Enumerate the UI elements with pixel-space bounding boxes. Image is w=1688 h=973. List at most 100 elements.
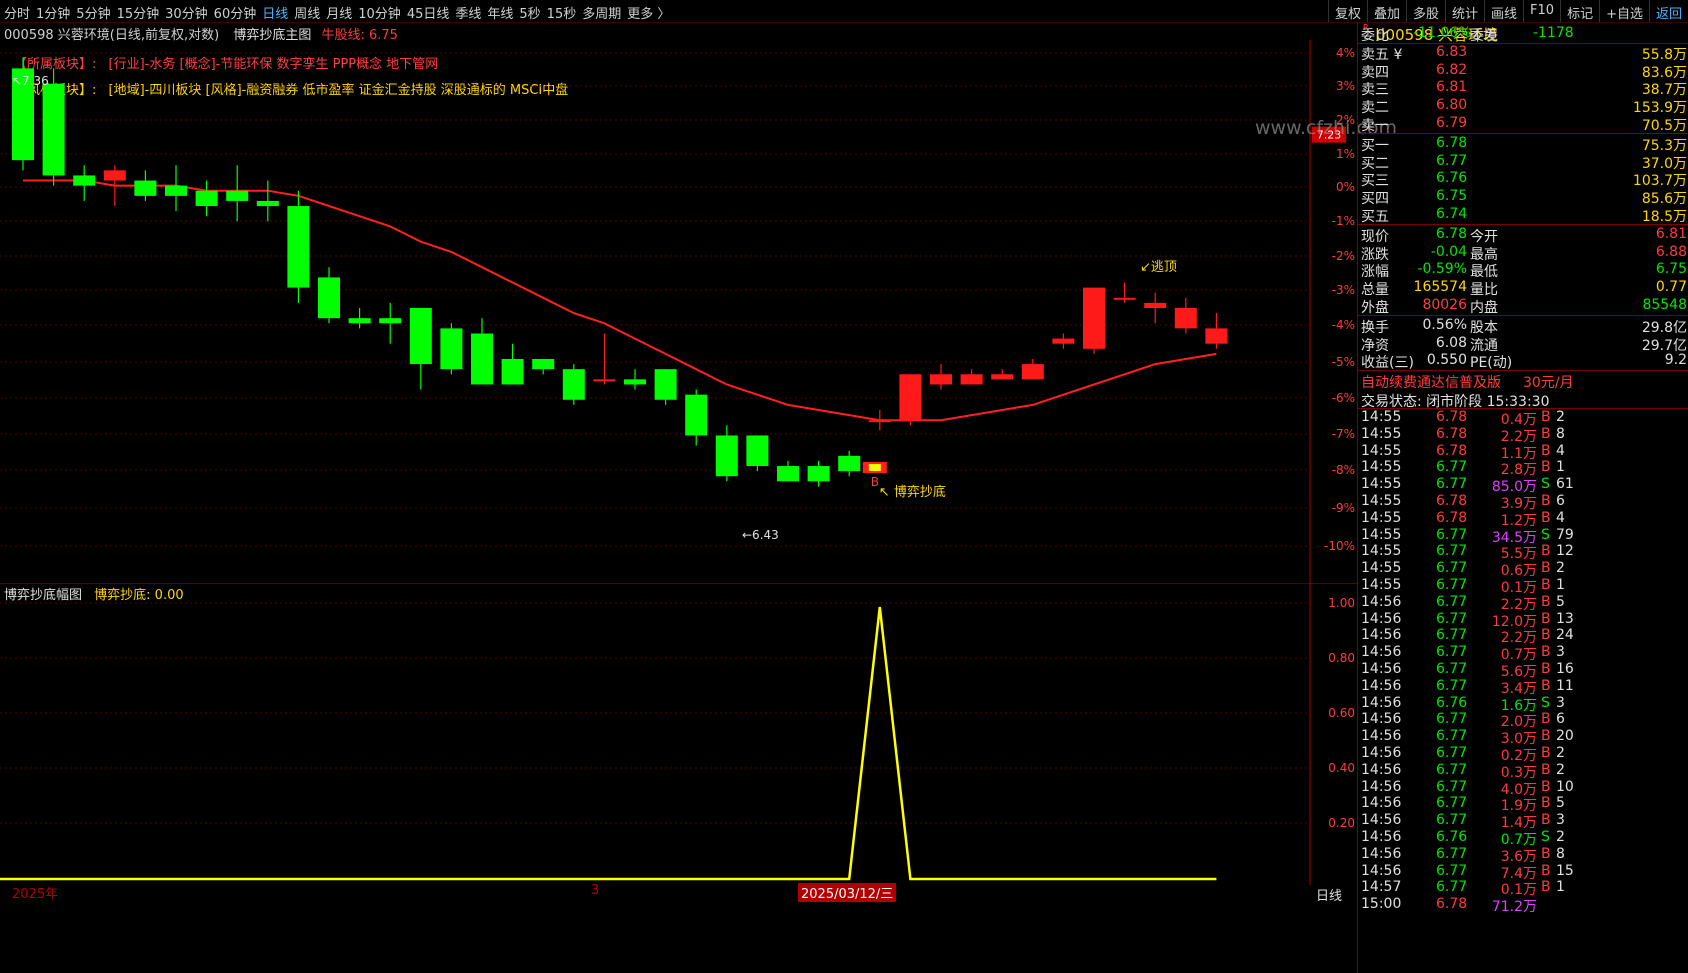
buy-level-row[interactable]: 买四 6.75 85.6万 [1358, 188, 1688, 207]
candle[interactable] [807, 460, 830, 487]
period-tab[interactable]: 45日线 [407, 7, 450, 22]
period-tab[interactable]: 多周期 [582, 7, 621, 22]
stat-row: 外盘 80026 内盘 85548 [1358, 297, 1688, 316]
toolbar-button[interactable]: F10 [1523, 0, 1560, 22]
candle[interactable] [930, 364, 952, 390]
candle[interactable] [654, 369, 677, 405]
ad-text[interactable]: 自动续费通达信普及版 [1361, 372, 1501, 392]
tab-daily[interactable]: 日线 [1316, 885, 1342, 904]
candle[interactable] [868, 409, 891, 431]
tick-price: 6.77 [1436, 577, 1468, 593]
tick-price: 6.77 [1436, 627, 1468, 644]
candle[interactable] [134, 170, 157, 201]
period-tab[interactable]: 年线 [487, 7, 513, 22]
level-price: 6.83 [1436, 44, 1468, 60]
period-tab[interactable]: 分时 [4, 7, 30, 22]
candle-body [1174, 308, 1197, 329]
toolbar-button[interactable]: +自选 [1599, 0, 1649, 22]
period-tab[interactable]: 10分钟 [358, 7, 401, 22]
candlestick-chart[interactable]: 4%3%2%1%0%-1%-2%-3%-4%-5%-6%-7%-8%-9%-10… [0, 40, 1357, 585]
sell-level-row[interactable]: 卖四 6.82 83.6万 [1358, 62, 1688, 81]
candle[interactable] [379, 302, 402, 344]
candle[interactable] [746, 435, 769, 472]
tick-price: 6.78 [1436, 896, 1468, 913]
period-tab[interactable]: 月线 [326, 7, 352, 22]
tick-side: B [1541, 644, 1551, 661]
candle[interactable] [226, 165, 249, 222]
candle[interactable] [991, 369, 1014, 380]
candle[interactable] [899, 374, 922, 426]
ad-row[interactable]: 自动续费通达信普及版 30元/月 [1358, 372, 1688, 392]
sell-level-row[interactable]: 卖一 6.79 70.5万 [1358, 115, 1688, 134]
candle[interactable] [532, 358, 555, 375]
tick-price: 6.76 [1436, 694, 1468, 711]
candle[interactable] [1205, 313, 1228, 349]
candle-body [42, 83, 65, 176]
toolbar-button[interactable]: 叠加 [1366, 0, 1406, 22]
candle[interactable] [501, 343, 524, 385]
period-tab[interactable]: 1分钟 [36, 7, 70, 22]
tick-count: 12 [1556, 543, 1574, 560]
buy-level-row[interactable]: 买五 6.74 18.5万 [1358, 206, 1688, 225]
tick-side: B [1541, 778, 1551, 795]
period-tab[interactable]: 15分钟 [117, 7, 160, 22]
divider [1358, 315, 1688, 316]
candle[interactable] [715, 425, 738, 482]
toolbar-button[interactable]: 返回 [1648, 0, 1688, 22]
tick-side: B [1541, 812, 1551, 829]
toolbar-button[interactable]: 复权 [1327, 0, 1367, 22]
candle[interactable] [409, 308, 432, 390]
candle[interactable] [471, 318, 493, 385]
period-tab[interactable]: 日线 [262, 7, 288, 22]
candle[interactable] [960, 369, 983, 385]
candle[interactable] [1052, 333, 1075, 349]
period-tab[interactable]: 30分钟 [165, 7, 208, 22]
candle[interactable] [73, 165, 96, 201]
period-tab[interactable]: 15秒 [547, 7, 577, 22]
toolbar-button[interactable]: 标记 [1560, 0, 1599, 22]
stat-row: 总量 165574 量比 0.77 [1358, 279, 1688, 298]
ad-price[interactable]: 30元/月 [1523, 372, 1574, 392]
buy-level-row[interactable]: 买一 6.78 75.3万 [1358, 135, 1688, 154]
sell-level-row[interactable]: 卖五 ¥6.83 55.8万 [1358, 44, 1688, 63]
toolbar-button[interactable]: 画线 [1484, 0, 1523, 22]
candle[interactable] [1144, 292, 1167, 324]
tick-time: 14:56 [1361, 795, 1402, 812]
candle[interactable] [562, 364, 585, 405]
buy-level-row[interactable]: 买二 6.77 37.0万 [1358, 153, 1688, 172]
candle-body [134, 180, 157, 196]
sell-level-row[interactable]: 卖二 6.80 153.9万 [1358, 97, 1688, 116]
candle[interactable] [1083, 287, 1105, 354]
toolbar-button[interactable]: 统计 [1445, 0, 1484, 22]
tick-side: B [1541, 425, 1551, 442]
period-tab[interactable]: 季线 [455, 7, 481, 22]
candle[interactable] [685, 389, 708, 446]
candle[interactable] [287, 190, 310, 303]
stat-row: 涨幅 -0.59% 最低 6.75 [1358, 261, 1688, 280]
tick-time: 14:55 [1361, 526, 1402, 543]
candle[interactable] [838, 450, 861, 477]
candle[interactable] [624, 369, 646, 390]
toolbar-button[interactable]: 多股 [1405, 0, 1445, 22]
high-annotation: ↖7.36 [12, 74, 49, 88]
candle[interactable] [440, 323, 463, 375]
candle[interactable] [1174, 297, 1197, 334]
sub-indicator-chart[interactable]: 1.00 0.80 0.60 0.40 0.20 [0, 583, 1357, 885]
candle[interactable] [593, 333, 616, 385]
period-tab[interactable]: 5分钟 [76, 7, 110, 22]
stat-value: 9.2 [1664, 352, 1687, 369]
stat-value: 6.78 [1435, 226, 1467, 242]
buy-level-row[interactable]: 买三 6.76 103.7万 [1358, 170, 1688, 189]
candle[interactable] [195, 180, 218, 217]
period-tab[interactable]: 60分钟 [214, 7, 257, 22]
sell-level-row[interactable]: 卖三 6.81 38.7万 [1358, 79, 1688, 98]
period-tab[interactable]: 周线 [294, 7, 320, 22]
period-tab[interactable]: 更多 〉 [627, 7, 670, 22]
tick-side: B [1541, 862, 1551, 879]
candle[interactable] [1113, 282, 1136, 303]
period-tab[interactable]: 5秒 [519, 7, 540, 22]
tick-side: B [1541, 459, 1551, 476]
candle[interactable] [777, 460, 799, 482]
candle[interactable] [318, 267, 340, 324]
candle[interactable] [165, 165, 187, 212]
